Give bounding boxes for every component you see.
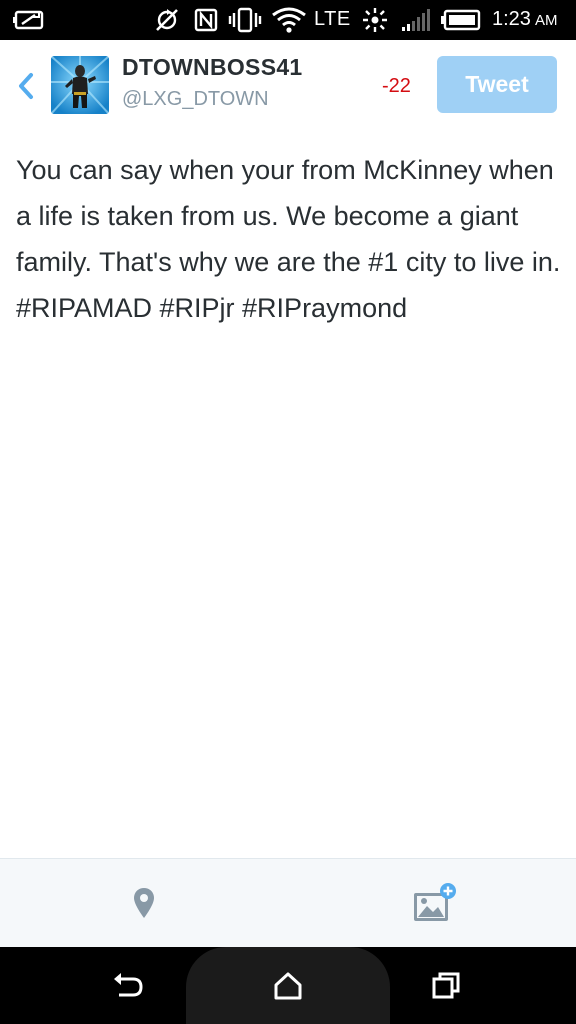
status-clock: 1:23 AM [492, 8, 557, 31]
compose-toolbar [0, 858, 576, 948]
character-count: -22 [382, 75, 411, 97]
avatar[interactable] [51, 56, 109, 114]
status-bar: LTE 1:23 AM [0, 0, 576, 40]
network-type: LTE [314, 8, 351, 30]
nav-back-button[interactable] [110, 969, 146, 1003]
signal-icon [400, 6, 434, 34]
system-nav-bar [0, 947, 576, 1024]
vibrate-icon [228, 6, 262, 34]
clock-ampm: AM [534, 12, 558, 29]
recent-apps-icon [432, 972, 460, 999]
battery-saver-icon [12, 6, 48, 34]
home-icon [274, 972, 302, 1000]
sync-off-icon [152, 6, 182, 34]
back-button[interactable] [12, 70, 40, 102]
back-icon [114, 973, 143, 997]
avatar-image [51, 56, 109, 114]
chevron-left-icon [19, 73, 33, 99]
tweet-button[interactable]: Tweet [437, 56, 557, 113]
nav-home-button[interactable] [270, 969, 306, 1003]
nav-recent-apps-button[interactable] [428, 969, 464, 1003]
wifi-icon [270, 6, 308, 34]
location-pin-icon [134, 888, 154, 918]
data-activity-icon [358, 6, 392, 34]
display-name: DTOWNBOSS41 [122, 54, 303, 80]
clock-time: 1:23 [492, 8, 531, 30]
nfc-icon [193, 6, 219, 34]
location-button[interactable] [126, 883, 162, 923]
battery-icon [441, 6, 481, 34]
add-photo-button[interactable] [410, 881, 458, 925]
tweet-text-input[interactable]: You can say when your from McKinney when… [16, 147, 564, 331]
add-photo-icon [414, 883, 456, 921]
compose-header: DTOWNBOSS41 @LXG_DTOWN -22 Tweet [0, 40, 576, 132]
compose-area[interactable]: You can say when your from McKinney when… [0, 132, 576, 858]
compose-tweet-screen: LTE 1:23 AM DTOWNBOSS41 @LXG_DTOWN -22 T… [0, 0, 576, 1024]
user-handle: @LXG_DTOWN [122, 88, 269, 110]
